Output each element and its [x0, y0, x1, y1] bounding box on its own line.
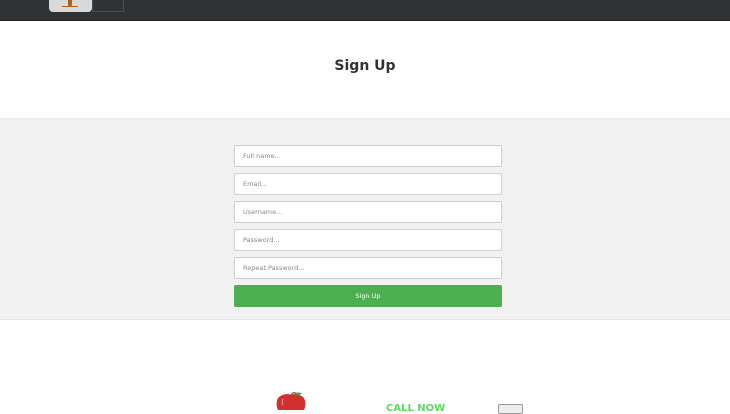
apple-icon: [276, 392, 306, 410]
password-input[interactable]: [234, 229, 502, 251]
call-now-label: CALL NOW: [386, 403, 446, 414]
top-navbar: [0, 0, 730, 21]
footer-button[interactable]: [498, 404, 523, 414]
home-logo-icon[interactable]: [49, 0, 92, 12]
logo-base: [62, 6, 78, 7]
page-title: Sign Up: [334, 58, 396, 74]
signup-button[interactable]: Sign Up: [234, 285, 502, 307]
username-input[interactable]: [234, 201, 502, 223]
email-input[interactable]: [234, 173, 502, 195]
repeat-password-input[interactable]: [234, 257, 502, 279]
fullname-input[interactable]: [234, 145, 502, 167]
nav-item[interactable]: [92, 0, 124, 12]
